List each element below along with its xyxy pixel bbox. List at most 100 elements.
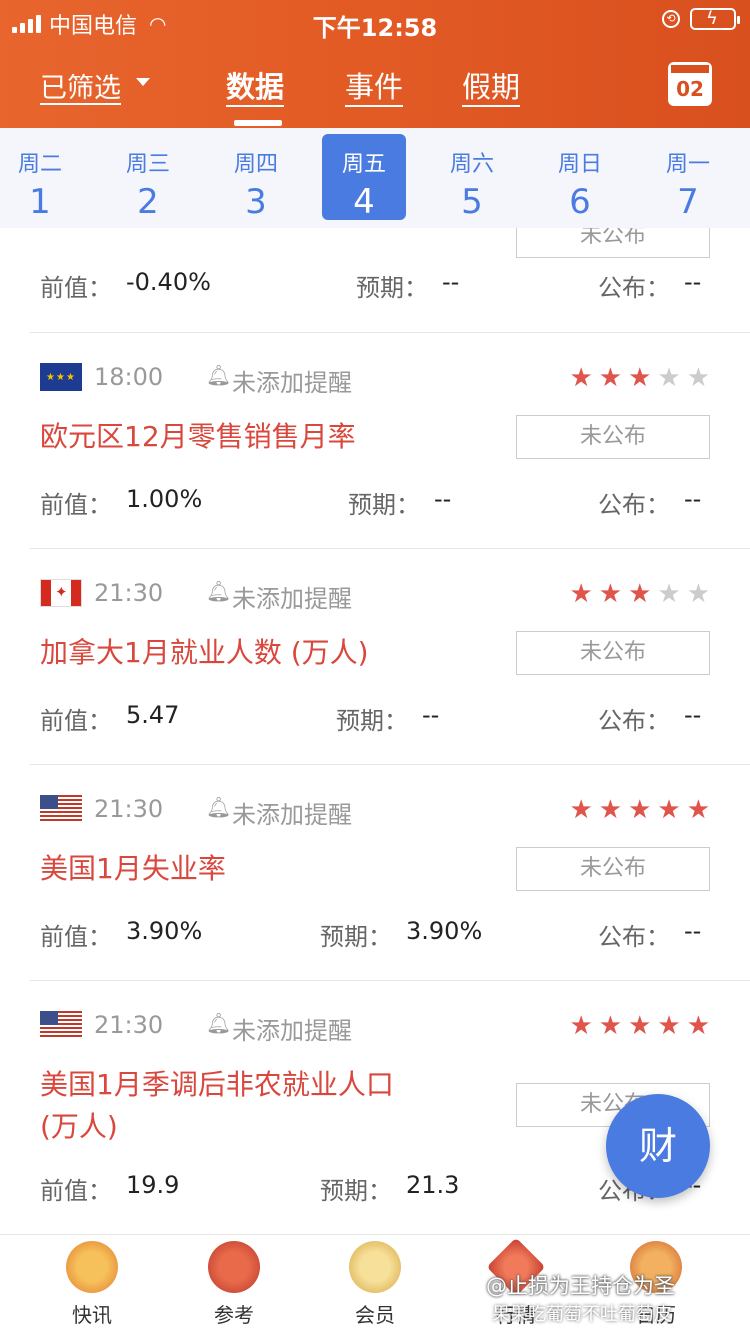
battery-icon: ϟ xyxy=(690,8,740,30)
actual-value: -- xyxy=(684,485,702,513)
bell-icon[interactable]: 🔔︎ xyxy=(206,579,231,603)
event-title[interactable]: 欧元区12月零售销售月率 xyxy=(40,417,356,457)
list-item[interactable]: 21:30 🔔︎ 未添加提醒 ★ ★ ★ ★ ★ 美国1月失业率 未公布 前值： 3.9… xyxy=(0,765,750,981)
bell-icon[interactable]: 🔔︎ xyxy=(206,363,231,387)
day-name: 周二 xyxy=(17,152,62,177)
reminder-link[interactable]: 未添加提醒 xyxy=(232,363,352,398)
event-list: 未公布 前值： -0.40% 预期： -- 公布： -- ★★★ 18:00 🔔… xyxy=(0,228,750,1234)
star-icon: ★ xyxy=(657,795,681,825)
star-icon: ★ xyxy=(598,1011,623,1041)
actual-label: 公布： xyxy=(598,274,670,302)
expect-label: 预期： xyxy=(336,707,408,735)
day-sat[interactable]: 周六 5 xyxy=(430,134,514,222)
prev-label: 前值： xyxy=(40,491,112,519)
day-thu[interactable]: 周四 3 xyxy=(214,134,298,222)
tab-indicator xyxy=(234,120,282,126)
actual-value: -- xyxy=(684,268,702,296)
expect-value: 3.90% xyxy=(406,917,483,945)
prev-value: -0.40% xyxy=(126,268,211,296)
list-item[interactable]: ✦ 21:30 🔔︎ 未添加提醒 ★ ★ ★ ★ ★ 加拿大1月就业人数 (万人) 未公… xyxy=(0,549,750,765)
day-tue[interactable]: 周二 1 xyxy=(0,134,82,222)
day-wed[interactable]: 周三 2 xyxy=(106,134,190,222)
us-flag-icon xyxy=(40,795,82,823)
day-number: 2 xyxy=(137,182,159,222)
star-icon: ★ xyxy=(686,579,710,609)
expect-value: -- xyxy=(422,701,440,729)
reminder-link[interactable]: 未添加提醒 xyxy=(232,1011,352,1046)
day-name: 周日 xyxy=(557,152,602,177)
values-row: 前值： 19.9 预期： 21.3 公布： -- xyxy=(40,1171,710,1205)
prev-label: 前值： xyxy=(40,274,112,302)
us-flag-icon xyxy=(40,1011,82,1039)
prev-value: 5.47 xyxy=(126,701,180,729)
prev-value: 19.9 xyxy=(126,1171,180,1199)
event-time: 21:30 xyxy=(94,795,164,823)
expect-value: -- xyxy=(442,268,460,296)
expect-label: 预期： xyxy=(320,1177,392,1205)
publish-status: 未公布 xyxy=(516,847,710,891)
list-item[interactable]: ★★★ 18:00 🔔︎ 未添加提醒 ★ ★ ★ ★ ★ 欧元区12月零售销售月率 未公… xyxy=(0,333,750,549)
reminder-link[interactable]: 未添加提醒 xyxy=(232,579,352,614)
actual-label: 公布： xyxy=(598,491,670,519)
tab-flash-news[interactable]: 快讯 xyxy=(32,1241,152,1328)
tiger-icon xyxy=(66,1241,118,1293)
actual-label: 公布： xyxy=(598,707,670,735)
tab-membership[interactable]: 会员 xyxy=(315,1241,435,1328)
star-icon: ★ xyxy=(569,579,593,609)
top-header: 中国电信 ◠ 下午12:58 ⟲ ϟ 已筛选 数据 事件 假期 02 xyxy=(0,0,750,128)
star-icon: ★ xyxy=(598,795,623,825)
header-nav: 已筛选 数据 事件 假期 02 xyxy=(0,60,750,126)
star-icon: ★ xyxy=(628,795,652,825)
finance-fab-button[interactable]: 财 xyxy=(606,1094,710,1198)
day-number: 4 xyxy=(353,182,375,222)
rotation-lock-icon: ⟲ xyxy=(662,10,680,28)
day-number: 6 xyxy=(569,182,591,222)
tab-holidays[interactable]: 假期 xyxy=(462,64,520,106)
day-number: 5 xyxy=(461,182,483,222)
expect-value: 21.3 xyxy=(406,1171,460,1199)
week-selector: 周二 1 周三 2 周四 3 周五 4 周六 5 周日 6 周一 7 xyxy=(0,128,750,228)
tab-reference[interactable]: 参考 xyxy=(174,1241,294,1328)
star-icon: ★ xyxy=(657,579,681,609)
actual-value: -- xyxy=(684,917,702,945)
event-title-line2[interactable]: (万人) xyxy=(40,1107,118,1147)
star-icon: ★ xyxy=(657,1011,681,1041)
bell-icon[interactable]: 🔔︎ xyxy=(206,1011,231,1035)
chevron-down-icon[interactable] xyxy=(136,78,150,86)
calendar-day: 02 xyxy=(676,77,704,101)
tab-data[interactable]: 数据 xyxy=(226,64,284,106)
importance-stars: ★ ★ ★ ★ ★ xyxy=(569,365,710,391)
day-fri[interactable]: 周五 4 xyxy=(322,134,406,222)
event-title[interactable]: 美国1月季调后非农就业人口 xyxy=(40,1065,394,1105)
event-title[interactable]: 加拿大1月就业人数 (万人) xyxy=(40,633,369,673)
event-time: 18:00 xyxy=(94,363,164,391)
day-sun[interactable]: 周日 6 xyxy=(538,134,622,222)
day-mon[interactable]: 周一 7 xyxy=(646,134,730,222)
day-number: 1 xyxy=(29,182,51,222)
day-number: 3 xyxy=(245,182,267,222)
publish-status: 未公布 xyxy=(516,228,710,258)
star-icon: ★ xyxy=(628,579,652,609)
day-name: 周三 xyxy=(125,152,170,177)
tab-events[interactable]: 事件 xyxy=(345,64,403,106)
bell-icon[interactable]: 🔔︎ xyxy=(206,795,231,819)
event-title[interactable]: 美国1月失业率 xyxy=(40,849,226,889)
tab-label: 快讯 xyxy=(72,1303,112,1327)
day-name: 周五 xyxy=(341,152,386,177)
event-time: 21:30 xyxy=(94,1011,164,1039)
calendar-icon[interactable]: 02 xyxy=(668,62,712,106)
values-row: 前值： -0.40% 预期： -- 公布： -- xyxy=(40,268,710,302)
expect-value: -- xyxy=(434,485,452,513)
day-name: 周六 xyxy=(449,152,494,177)
prev-label: 前值： xyxy=(40,923,112,951)
status-bar: 中国电信 ◠ 下午12:58 ⟲ ϟ xyxy=(0,0,750,44)
prev-value: 3.90% xyxy=(126,917,203,945)
values-row: 前值： 1.00% 预期： -- 公布： -- xyxy=(40,485,710,519)
importance-stars: ★ ★ ★ ★ ★ xyxy=(569,1013,710,1039)
reminder-link[interactable]: 未添加提醒 xyxy=(232,795,352,830)
filter-button[interactable]: 已筛选 xyxy=(40,66,121,105)
expect-label: 预期： xyxy=(320,923,392,951)
publish-status: 未公布 xyxy=(516,631,710,675)
list-item[interactable]: 未公布 前值： -0.40% 预期： -- 公布： -- xyxy=(0,228,750,333)
status-right: ⟲ ϟ xyxy=(662,8,740,30)
